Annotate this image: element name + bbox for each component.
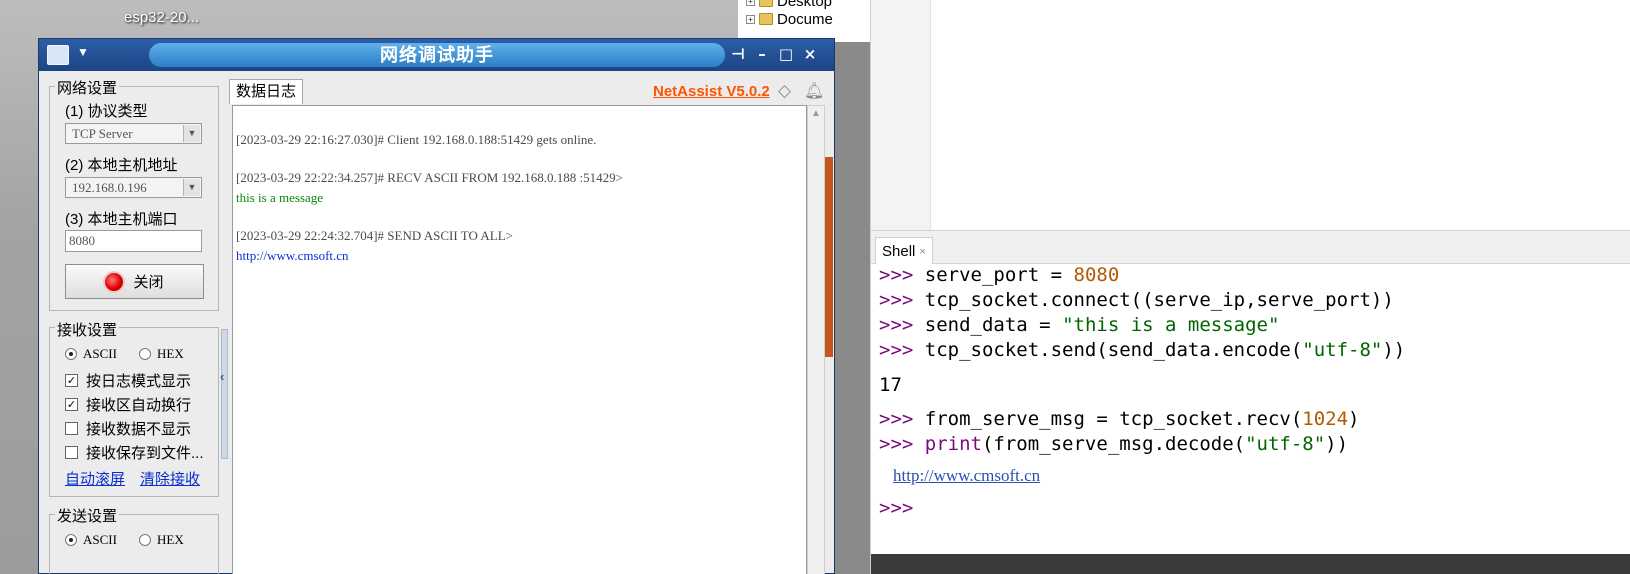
chevron-down-icon[interactable]: ▼ xyxy=(77,45,89,59)
hide-data-checkbox[interactable]: 接收数据不显示 xyxy=(65,418,191,439)
diamond-icon[interactable]: ◇ xyxy=(778,81,798,101)
chevron-down-icon[interactable]: ▼ xyxy=(183,179,200,196)
shell-prompt[interactable]: >>> xyxy=(879,497,913,519)
panel-splitter[interactable] xyxy=(221,329,228,459)
bell-icon[interactable]: 🔔︎ xyxy=(804,81,824,101)
send-settings-legend: 发送设置 xyxy=(55,505,120,526)
shell-output-link[interactable]: http://www.cmsoft.cn xyxy=(893,466,1040,486)
tree-item-documents[interactable]: + Docume xyxy=(746,9,833,29)
log-line: [2023-03-29 22:16:27.030]# Client 192.16… xyxy=(236,132,597,147)
log-scrollbar[interactable]: ▲ xyxy=(807,105,825,574)
status-light-icon xyxy=(105,272,124,291)
expand-icon[interactable]: + xyxy=(746,14,755,24)
shell-output: 17 xyxy=(879,374,902,396)
data-log-view[interactable]: [2023-03-29 22:16:27.030]# Client 192.16… xyxy=(232,105,807,574)
protocol-select[interactable]: TCP Server ▼ xyxy=(65,123,202,144)
tab-shell[interactable]: Shell × xyxy=(875,237,933,265)
maximize-button[interactable]: □ xyxy=(775,43,797,65)
close-connection-button[interactable]: 关闭 xyxy=(65,264,204,299)
line-gutter xyxy=(871,0,931,230)
checkmark-icon[interactable]: ✓ xyxy=(65,374,78,387)
close-button[interactable]: × xyxy=(799,43,821,65)
shell-line: >>> tcp_socket.connect((serve_ip,serve_p… xyxy=(879,289,1394,311)
shell-line: >>> print(from_serve_msg.decode("utf-8")… xyxy=(879,433,1349,455)
folder-icon xyxy=(759,13,773,25)
save-to-file-checkbox[interactable]: 接收保存到文件... xyxy=(65,442,204,463)
port-input[interactable]: 8080 xyxy=(65,230,202,252)
receive-hex-radio[interactable]: HEX xyxy=(139,346,184,362)
protocol-label: (1) 协议类型 xyxy=(65,103,148,120)
receive-ascii-radio[interactable]: ASCII xyxy=(65,346,117,362)
shell-line: >>> from_serve_msg = tcp_socket.recv(102… xyxy=(879,408,1360,430)
auto-wrap-checkbox[interactable]: ✓ 接收区自动换行 xyxy=(65,394,191,415)
code-editor[interactable] xyxy=(871,0,1630,230)
send-hex-radio[interactable]: HEX xyxy=(139,532,184,548)
send-ascii-radio[interactable]: ASCII xyxy=(65,532,117,548)
shell-line: >>> tcp_socket.send(send_data.encode("ut… xyxy=(879,339,1406,361)
chevron-left-icon[interactable]: ‹ xyxy=(220,369,230,389)
taskbar-strip xyxy=(871,554,1630,574)
tab-shell-label: Shell xyxy=(882,243,916,260)
auto-scroll-link[interactable]: 自动滚屏 xyxy=(65,468,125,489)
window-edge-accent xyxy=(825,157,833,357)
host-label: (2) 本地主机地址 xyxy=(65,157,178,174)
network-settings-legend: 网络设置 xyxy=(55,77,120,98)
log-line: [2023-03-29 22:22:34.257]# RECV ASCII FR… xyxy=(236,170,623,185)
chevron-down-icon[interactable]: ▼ xyxy=(183,125,200,142)
folder-icon xyxy=(759,0,773,7)
shell-console[interactable]: >>> serve_port = 8080 >>> tcp_socket.con… xyxy=(871,264,1630,554)
log-line: this is a message xyxy=(236,190,324,205)
chevron-up-icon[interactable]: ▲ xyxy=(808,106,824,122)
shell-line: >>> serve_port = 8080 xyxy=(879,264,1120,286)
log-line: http://www.cmsoft.cn xyxy=(236,248,349,263)
title-bar[interactable]: ▼ 网络调试助手 ⊣ – □ × xyxy=(39,39,834,71)
close-icon[interactable]: × xyxy=(919,246,925,258)
expand-icon[interactable]: + xyxy=(746,0,755,6)
checkmark-icon[interactable]: ✓ xyxy=(65,398,78,411)
receive-settings-legend: 接收设置 xyxy=(55,319,120,340)
shell-line: >>> send_data = "this is a message" xyxy=(879,314,1280,336)
log-line: [2023-03-29 22:24:32.704]# SEND ASCII TO… xyxy=(236,228,513,243)
brand-link[interactable]: NetAssist V5.0.2 xyxy=(653,83,770,100)
host-select[interactable]: 192.168.0.196 ▼ xyxy=(65,177,202,198)
minimize-button[interactable]: – xyxy=(751,43,773,65)
netassist-window: ▼ 网络调试助手 ⊣ – □ × 网络设置 (1) 协议类型 TCP Serve… xyxy=(38,38,835,574)
tab-data-log[interactable]: 数据日志 xyxy=(229,79,304,104)
shell-tab-bar: Shell × xyxy=(871,230,1630,265)
tree-item-label: Docume xyxy=(777,10,833,28)
ide-window: Shell × >>> serve_port = 8080 >>> tcp_so… xyxy=(870,0,1630,574)
app-menu-icon[interactable] xyxy=(47,45,69,65)
window-title: 网络调试助手 xyxy=(380,45,494,65)
pin-icon[interactable]: ⊣ xyxy=(727,43,749,65)
port-label: (3) 本地主机端口 xyxy=(65,211,178,228)
clear-receive-link[interactable]: 清除接收 xyxy=(140,468,200,489)
log-mode-checkbox[interactable]: ✓ 按日志模式显示 xyxy=(65,370,191,391)
desktop-shortcut-label[interactable]: esp32-20... xyxy=(124,9,199,26)
file-explorer-tree: + Desktop + Docume xyxy=(738,0,878,42)
